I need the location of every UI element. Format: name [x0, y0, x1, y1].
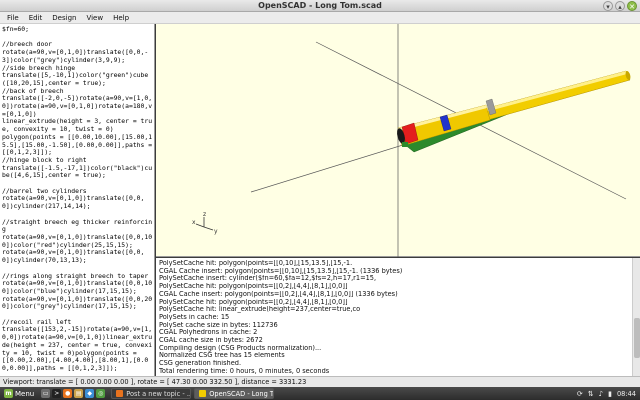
close-button[interactable]: ✕	[627, 1, 637, 11]
status-bar: Viewport: translate = [ 0.00 0.00 0.00 ]…	[0, 376, 640, 387]
taskbar-task-openscad[interactable]: OpenSCAD - Long T...	[194, 388, 275, 399]
update-icon[interactable]: ⟳	[577, 390, 583, 398]
mint-logo-icon: m	[4, 389, 13, 398]
quick-launchers: ▭ > ● ▤ ◆ ◎	[38, 389, 108, 398]
editor-code[interactable]: $fn=60; //breech door rotate(a=90,v=[0,1…	[0, 24, 154, 376]
console-line: PolySets in cache: 15	[159, 313, 230, 321]
console-line: CGAL Cache insert: polygon(points=[[0,10…	[159, 267, 403, 275]
console-scrollbar[interactable]	[632, 258, 640, 376]
volume-icon[interactable]: ♪	[599, 390, 603, 398]
menu-view[interactable]: View	[81, 12, 108, 23]
openscad-icon	[199, 390, 207, 397]
start-menu-label: Menu	[15, 389, 35, 398]
battery-icon[interactable]: ▮	[608, 390, 612, 398]
menu-edit[interactable]: Edit	[24, 12, 48, 23]
clock[interactable]: 08:44	[617, 390, 636, 398]
taskbar-task-browser[interactable]: Post a new topic - ...	[111, 388, 192, 399]
console-line: CGAL Polyhedrons in cache: 2	[159, 329, 258, 337]
maximize-button[interactable]: ▴	[615, 1, 625, 11]
console-output[interactable]: PolySetCache hit: polygon(points=[[0,10]…	[156, 258, 640, 376]
barrel	[397, 70, 631, 147]
axis-x-label: x	[192, 219, 196, 226]
window-title: OpenSCAD - Long Tom.scad	[258, 1, 382, 10]
taskbar-task-label: OpenSCAD - Long T...	[209, 389, 275, 398]
console-line: Normalized CSG tree has 15 elements	[159, 352, 285, 360]
files-icon[interactable]: ▤	[74, 389, 84, 398]
window-titlebar: OpenSCAD - Long Tom.scad ▾ ▴ ✕	[0, 0, 640, 12]
menu-file[interactable]: File	[2, 12, 24, 23]
window-controls: ▾ ▴ ✕	[603, 1, 637, 11]
hinge-block	[402, 142, 408, 147]
console-line: Compiling design (CSG Products normaliza…	[159, 344, 322, 352]
menu-bar: File Edit Design View Help	[0, 12, 640, 24]
software-icon[interactable]: ◆	[85, 389, 95, 398]
taskbar-task-label: Post a new topic - ...	[126, 389, 192, 398]
3d-viewport[interactable]: z x y	[156, 24, 640, 257]
axes-gizmo: z x y	[192, 211, 218, 235]
console-line: Total rendering time: 0 hours, 0 minutes…	[159, 367, 330, 375]
chrome-icon[interactable]: ◎	[96, 389, 106, 398]
firefox-icon[interactable]: ●	[63, 389, 73, 398]
viewport-render: z x y	[192, 24, 631, 257]
menu-design[interactable]: Design	[47, 12, 81, 23]
console-line: PolySetCache hit: polygon(points=[[0,10]…	[159, 260, 353, 267]
console-line: CGAL Cache insert: polygon(points=[[0,2]…	[159, 290, 398, 298]
console-line: PolySetCache insert: cylinder($fn=60,$fa…	[159, 275, 377, 283]
minimize-button[interactable]: ▾	[603, 1, 613, 11]
console-line: CGAL cache size in bytes: 2672	[159, 337, 263, 345]
desktop-taskbar: m Menu ▭ > ● ▤ ◆ ◎ Post a new topic - ..…	[0, 387, 640, 400]
axis-y-label: y	[214, 228, 218, 235]
console-line: PolySetCache hit: polygon(points=[[0,2],…	[159, 298, 348, 306]
console-line: CSG generation finished.	[159, 360, 242, 368]
axis-z-label: z	[203, 211, 206, 218]
system-tray: ⟳ ⇅ ♪ ▮ 08:44	[577, 390, 640, 398]
console-line: PolySetCache hit: polygon(points=[[0,2],…	[159, 283, 348, 291]
menu-help[interactable]: Help	[108, 12, 134, 23]
firefox-icon	[116, 390, 124, 397]
terminal-icon[interactable]: >	[52, 389, 62, 398]
show-desktop-icon[interactable]: ▭	[41, 389, 51, 398]
console-line: PolySet cache size in bytes: 112736	[159, 321, 278, 329]
start-menu-button[interactable]: m Menu	[0, 387, 38, 400]
console-scroll-thumb[interactable]	[634, 318, 640, 358]
console-line: PolySetCache hit: linear_extrude(height=…	[159, 306, 361, 314]
code-editor[interactable]: $fn=60; //breech door rotate(a=90,v=[0,1…	[0, 24, 155, 376]
network-icon[interactable]: ⇅	[588, 390, 594, 398]
